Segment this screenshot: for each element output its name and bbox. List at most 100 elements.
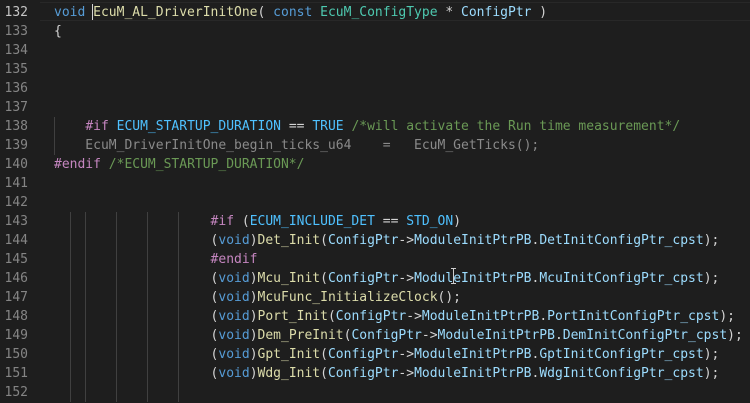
code-token: TRUE (312, 119, 344, 134)
line-number: 148 (4, 309, 28, 324)
code-line[interactable]: 146 (void)Mcu_Init(ConfigPtr->ModuleInit… (0, 269, 750, 288)
code-token: -> (421, 328, 438, 343)
code-token: void (218, 290, 250, 305)
code-token: ); (703, 233, 720, 248)
line-number: 132 (4, 5, 28, 20)
line-number: 139 (4, 138, 28, 153)
code-line[interactable]: 134 (0, 41, 750, 60)
code-token: void (218, 233, 250, 248)
code-token: ( (327, 309, 336, 324)
code-line[interactable]: 138 #if ECUM_STARTUP_DURATION == TRUE /*… (0, 117, 750, 136)
code-token: EcuM_AL_DriverInitOne (93, 5, 258, 20)
code-token: DetInitConfigPtr_cpst (539, 233, 704, 248)
code-token: ) (249, 366, 258, 381)
code-line[interactable]: 152 (0, 383, 750, 402)
code-line[interactable]: 149 (void)Dem_PreInit(ConfigPtr->ModuleI… (0, 326, 750, 345)
code-token: ( (54, 233, 219, 248)
code-token: McuFunc_InitializeClock (257, 290, 438, 305)
code-token: ConfigPtr (335, 309, 407, 324)
code-line[interactable]: 151 (void)Wdg_Init(ConfigPtr->ModuleInit… (0, 364, 750, 383)
code-line[interactable]: 132 void EcuM_AL_DriverInitOne( const Ecu… (0, 3, 750, 22)
code-token: Dem_PreInit (257, 328, 344, 343)
line-number: 142 (4, 195, 28, 210)
code-text: (void)Wdg_Init(ConfigPtr->ModuleInitPtrP… (54, 364, 720, 383)
indent-guide (147, 212, 148, 402)
code-line[interactable]: 144 (void)Det_Init(ConfigPtr->ModuleInit… (0, 231, 750, 250)
code-token: /*will activate the Run time measurement… (351, 119, 681, 134)
code-token: WdgInitConfigPtr_cpst (539, 366, 704, 381)
code-text: (void)Dem_PreInit(ConfigPtr->ModuleInitP… (54, 326, 743, 345)
code-token: ModuleInitPtrPB (414, 233, 532, 248)
code-token: ConfigPtr (461, 5, 532, 20)
code-token: ) (249, 233, 258, 248)
code-line[interactable]: 139 EcuM_DriverInitOne_begin_ticks_u64 =… (0, 136, 750, 155)
line-number: 150 (4, 347, 28, 362)
code-token: void (218, 366, 250, 381)
line-number: 140 (4, 157, 28, 172)
code-token: void (218, 328, 250, 343)
line-number: 134 (4, 43, 28, 58)
line-number: 144 (4, 233, 28, 248)
code-token: ( (54, 347, 219, 362)
indent-guide (178, 212, 179, 402)
line-number: 137 (4, 100, 28, 115)
code-token: . (554, 328, 563, 343)
code-token: -> (398, 366, 415, 381)
code-text: void EcuM_AL_DriverInitOne( const EcuM_C… (54, 3, 547, 22)
code-line[interactable]: 135 (0, 60, 750, 79)
code-token: ) (249, 271, 258, 286)
code-token: ); (703, 347, 720, 362)
code-editor[interactable]: 132 void EcuM_AL_DriverInitOne( const Ecu… (0, 0, 750, 403)
code-token: ); (703, 366, 720, 381)
code-line[interactable]: 150 (void)Gpt_Init(ConfigPtr->ModuleInit… (0, 345, 750, 364)
line-number: 138 (4, 119, 28, 134)
code-token: ( (54, 271, 219, 286)
code-token: #endif (210, 252, 258, 267)
code-token: void (218, 309, 250, 324)
code-token: ECUM_INCLUDE_DET (249, 214, 375, 229)
code-token: == (281, 119, 313, 134)
code-token: -> (406, 309, 422, 324)
code-token: Port_Init (257, 309, 328, 324)
code-token: ( (54, 290, 219, 305)
code-token: EcuM_DriverInitOne_begin_ticks_u64 = Ecu… (54, 138, 540, 153)
code-token: -> (398, 347, 415, 362)
indent-guide (85, 212, 86, 402)
code-token: ModuleInitPtrPB (414, 366, 532, 381)
code-line[interactable]: 141 (0, 174, 750, 193)
code-token: ConfigPtr (351, 328, 422, 343)
code-token: ( (234, 214, 250, 229)
code-token: ( (320, 233, 328, 248)
code-token: void (218, 347, 250, 362)
code-line[interactable]: 137 (0, 98, 750, 117)
code-token: #endif (54, 157, 101, 172)
line-number: 149 (4, 328, 28, 343)
code-token: ConfigPtr (327, 233, 399, 248)
code-token: #if (85, 119, 109, 134)
code-token: ConfigPtr (327, 347, 399, 362)
code-token: ) (249, 309, 258, 324)
text-caret (92, 4, 93, 20)
code-line[interactable]: 143 #if (ECUM_INCLUDE_DET == STD_ON) (0, 212, 750, 231)
indent-guide (116, 212, 117, 402)
code-token: ConfigPtr (327, 271, 399, 286)
code-line[interactable]: 148 (void)Port_Init(ConfigPtr->ModuleIni… (0, 307, 750, 326)
code-line[interactable]: 145 #endif (0, 250, 750, 269)
line-number: 141 (4, 176, 28, 191)
code-line[interactable]: 133 { (0, 22, 750, 41)
code-line[interactable]: 136 (0, 79, 750, 98)
code-line[interactable]: 147 (void)McuFunc_InitializeClock(); (0, 288, 750, 307)
code-line[interactable]: 140 #endif /*ECUM_STARTUP_DURATION*/ (0, 155, 750, 174)
ibeam-cursor-icon (450, 268, 457, 284)
code-token: * (437, 5, 462, 20)
code-token: (); (437, 290, 462, 305)
code-token: ) (249, 290, 258, 305)
line-number: 147 (4, 290, 28, 305)
code-line[interactable]: 142 (0, 193, 750, 212)
code-token: ); (703, 271, 720, 286)
code-token: ( (54, 328, 219, 343)
